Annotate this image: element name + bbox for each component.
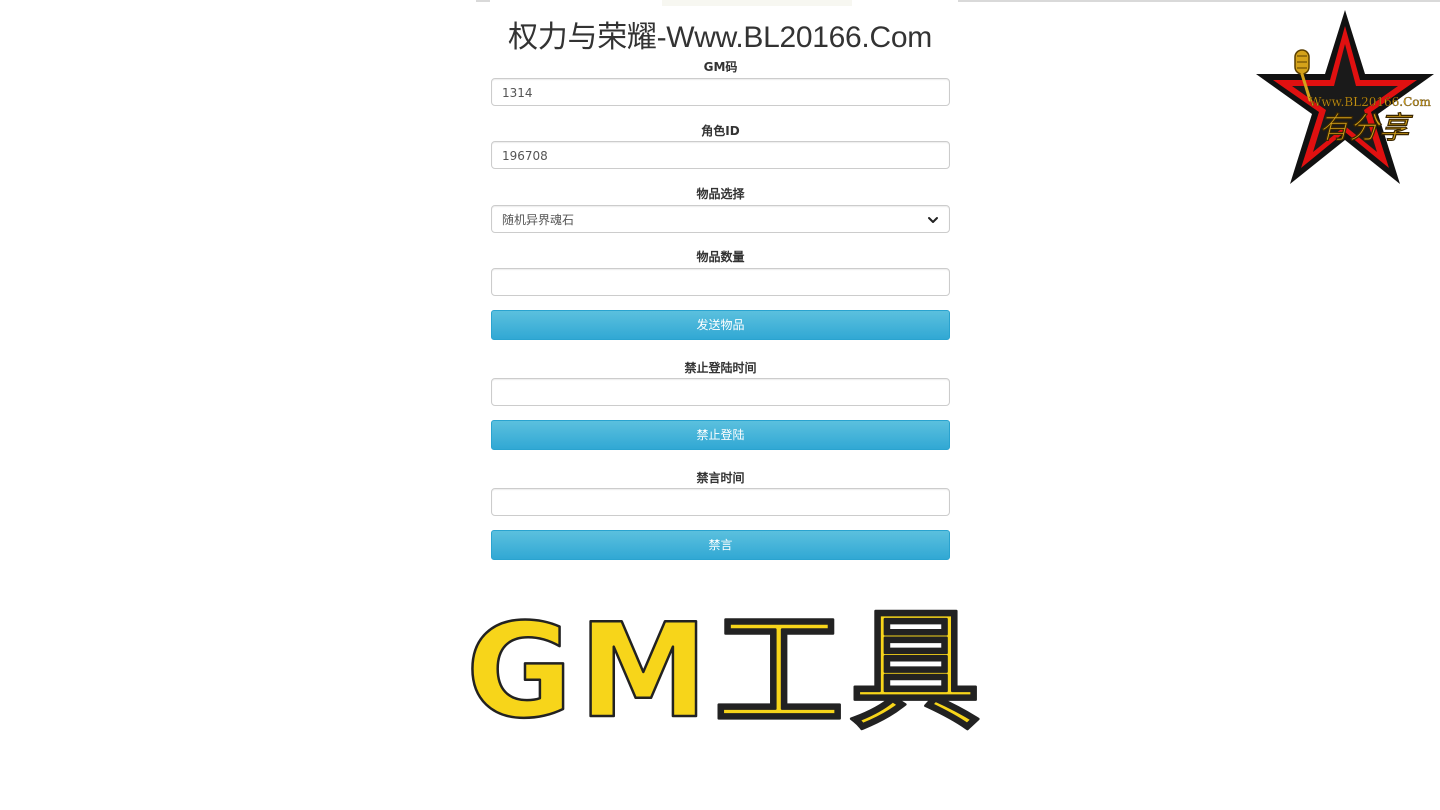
gm-tool-banner-text: GM工具 [466,596,986,747]
ban-login-time-label: 禁止登陆时间 [684,361,757,375]
ban-login-time-input[interactable] [502,380,939,406]
send-item-button[interactable]: 发送物品 [491,310,950,340]
item-select-value: 随机异界魂石 [502,213,575,227]
mute-time-field[interactable] [491,488,950,516]
logo-script-text: 有分享 [1319,111,1413,146]
item-select-dropdown[interactable]: 随机异界魂石 [491,205,950,233]
role-id-label: 角色ID [701,124,740,138]
item-count-label: 物品数量 [696,250,745,264]
gm-code-label: GM码 [703,60,738,74]
role-id-field[interactable] [491,141,950,169]
gm-code-field[interactable] [491,78,950,106]
site-logo: Www.BL20166.Com 有分享 [1256,10,1434,184]
top-divider-right [958,0,1440,2]
item-select-label: 物品选择 [696,187,745,201]
item-count-input[interactable] [502,270,939,296]
ban-login-button[interactable]: 禁止登陆 [491,420,950,450]
mute-time-label: 禁言时间 [696,471,745,485]
top-strip [662,0,852,6]
mute-button[interactable]: 禁言 [491,530,950,560]
chevron-down-icon [928,217,938,223]
gm-tool-banner: GM工具 [465,596,986,748]
ban-login-time-field[interactable] [491,378,950,406]
logo-url-text: Www.BL20166.Com [1309,95,1431,109]
page-title: 权力与荣耀-Www.BL20166.Com [508,21,932,54]
mute-time-input[interactable] [502,490,939,516]
item-count-field[interactable] [491,268,950,296]
gm-code-input[interactable] [502,80,939,106]
role-id-input[interactable] [502,143,939,169]
top-divider-left [476,0,490,2]
